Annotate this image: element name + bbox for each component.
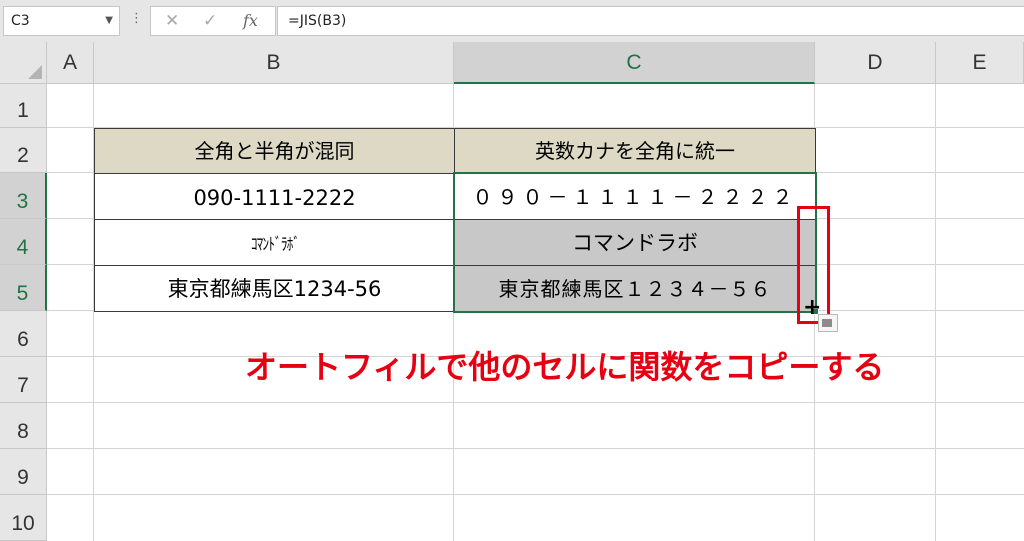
cell-b3[interactable]: 090-1111-2222 [94,173,455,220]
name-box-value: C3 [11,13,30,29]
row-header-3[interactable]: 3 [0,173,47,219]
row-header-8[interactable]: 8 [0,403,47,449]
column-header-e[interactable]: E [936,42,1024,84]
row-header-1[interactable]: 1 [0,84,47,128]
gridline [47,448,1024,449]
column-header-b[interactable]: B [94,42,454,84]
chevron-down-icon[interactable]: ▼ [105,7,113,35]
select-all-button[interactable] [0,42,47,84]
formula-bar: C3 ▼ ⋮ ✕ ✓ fx =JIS(B3) [0,0,1024,42]
cell-c2[interactable]: 英数カナを全角に統一 [454,128,816,174]
column-header-c[interactable]: C [454,42,815,84]
selection-range [453,172,817,313]
autofill-options-glyph [822,319,832,327]
row-header-9[interactable]: 9 [0,449,47,495]
row-header-4[interactable]: 4 [0,219,47,265]
more-options-icon[interactable]: ⋮ [130,11,143,26]
autofill-options-icon[interactable] [818,314,838,332]
name-box[interactable]: C3 ▼ [3,6,120,36]
cancel-icon[interactable]: ✕ [165,7,179,35]
annotation-text: オートフィルで他のセルに関数をコピーする [245,348,885,386]
row-header-7[interactable]: 7 [0,357,47,403]
gridline [47,494,1024,495]
column-header-d[interactable]: D [815,42,936,84]
cell-b5[interactable]: 東京都練馬区1234-56 [94,265,455,312]
row-header-6[interactable]: 6 [0,311,47,357]
enter-icon[interactable]: ✓ [203,7,217,35]
fx-icon[interactable]: fx [243,7,258,35]
cell-b4-text: ｺﾏﾝﾄﾞﾗﾎﾞ [250,235,299,255]
row-header-2[interactable]: 2 [0,128,47,173]
formula-input[interactable]: =JIS(B3) [277,6,1024,36]
select-all-triangle-icon [28,65,42,79]
row-header-10[interactable]: 10 [0,495,47,541]
column-header-a[interactable]: A [47,42,94,84]
gridline [935,84,936,541]
row-header-5[interactable]: 5 [0,265,47,311]
cell-b4[interactable]: ｺﾏﾝﾄﾞﾗﾎﾞ [94,219,455,266]
formula-buttons: ✕ ✓ fx [150,6,276,36]
gridline [47,402,1024,403]
cell-b2[interactable]: 全角と半角が混同 [94,128,455,174]
